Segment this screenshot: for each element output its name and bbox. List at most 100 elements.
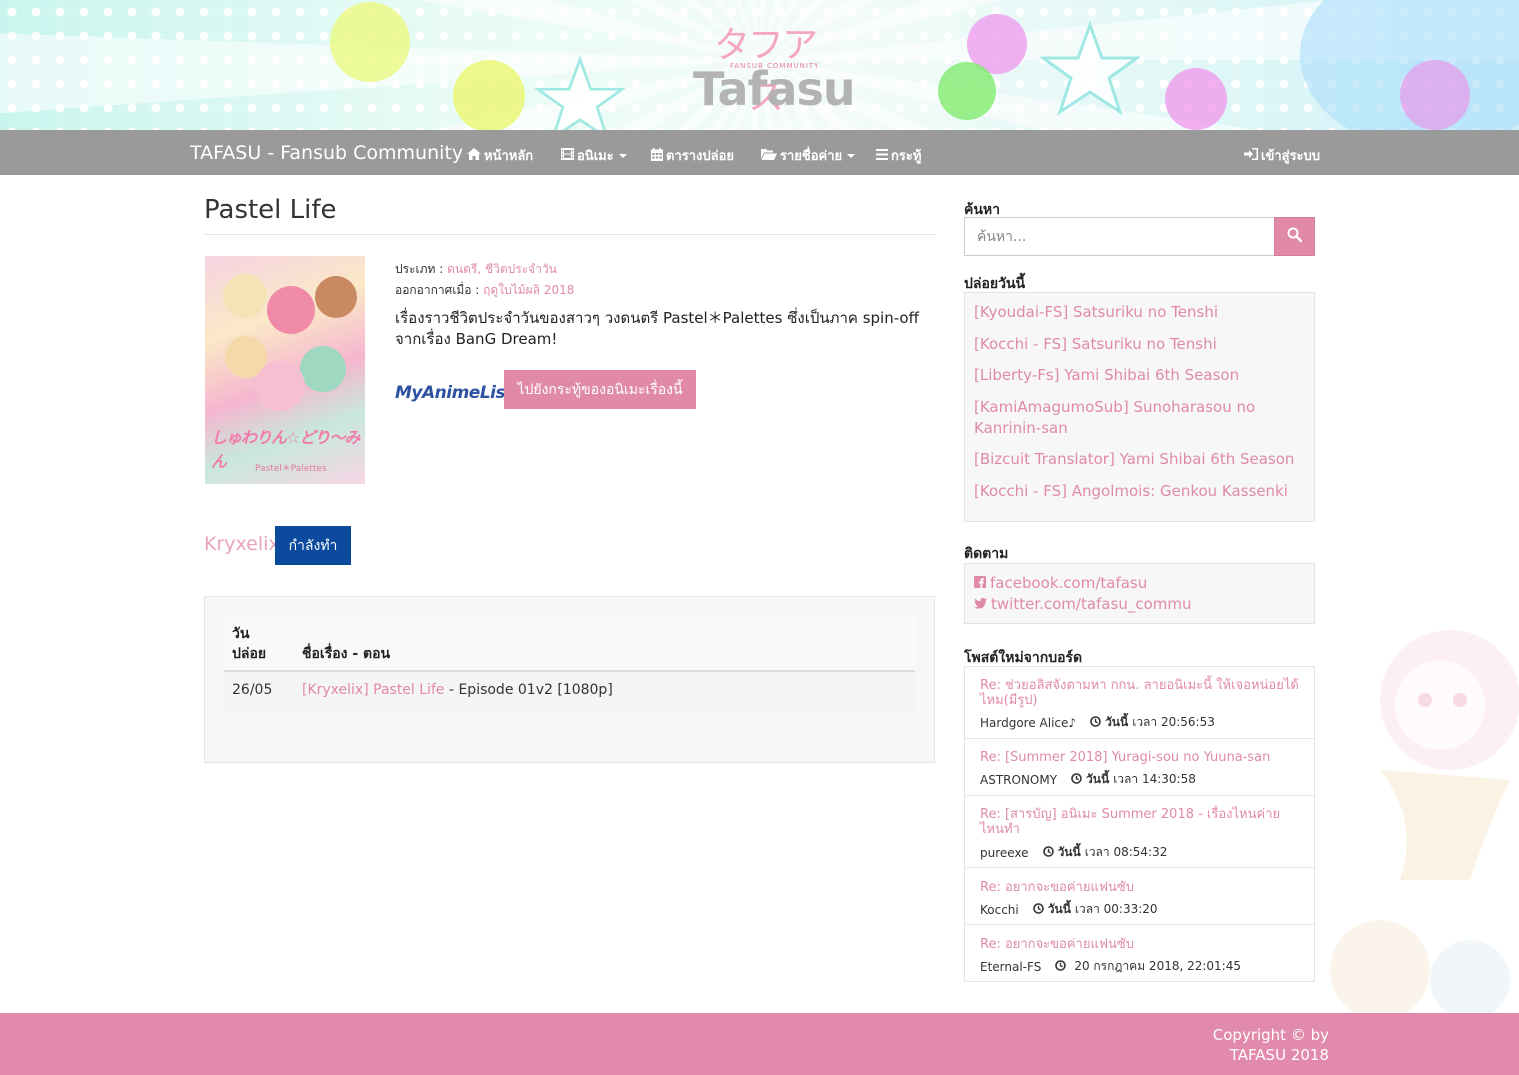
board-post-time: เวลา 00:33:20: [1074, 902, 1158, 916]
aired-label: ออกอากาศเมื่อ :: [395, 283, 480, 297]
today-release-item[interactable]: [Kyoudai-FS] Satsuriku no Tenshi: [974, 302, 1304, 323]
board-post-title[interactable]: Re: อยากจะขอค่ายแฟนซับ: [980, 880, 1300, 895]
board-post-title[interactable]: Re: [Summer 2018] Yuragi-sou no Yuuna-sa…: [980, 750, 1300, 765]
facebook-icon: [974, 574, 986, 592]
search-button[interactable]: [1274, 217, 1315, 256]
star-decoration: [535, 55, 625, 130]
board-post-author[interactable]: pureexe: [980, 846, 1029, 860]
release-title-cell: [Kryxelix] Pastel Life - Episode 01v2 [1…: [302, 682, 613, 698]
clock-icon: [1071, 772, 1082, 787]
board-post-meta: ASTRONOMY วันนี้ เวลา 14:30:58: [980, 770, 1196, 789]
today-release-item[interactable]: [Kocchi - FS] Satsuriku no Tenshi: [974, 334, 1304, 355]
release-date-cell: 26/05: [232, 682, 273, 698]
myanimelist-link[interactable]: MyAnimeList: [395, 383, 513, 403]
board-post-meta: Kocchi วันนี้ เวลา 00:33:20: [980, 900, 1158, 919]
clock-icon: [1042, 845, 1054, 860]
board-post-title[interactable]: Re: ช่วยอลิสจังตามหา กกน. ลายอนิเมะนี้ ใ…: [980, 678, 1300, 708]
genre-row: ประเภท : ดนตรี, ชีวิตประจำวัน: [395, 260, 557, 279]
board-post-day: วันนี้: [1057, 845, 1081, 859]
table-header-title: ชื่อเรื่อง - ตอน: [302, 646, 391, 662]
twitter-link[interactable]: twitter.com/tafasu_commu: [974, 595, 1191, 613]
anime-poster: しゅわりん☆どり〜みん Pastel＊Palettes: [205, 256, 365, 484]
board-post-author[interactable]: Hardgore Alice♪: [980, 716, 1076, 730]
copyright: Copyright © by TAFASU 2018: [1213, 1025, 1329, 1065]
nav-login[interactable]: เข้าสู่ระบบ: [1244, 145, 1320, 166]
page-title: Pastel Life: [204, 195, 337, 225]
film-icon: [561, 148, 574, 163]
caret-down-icon: [847, 153, 856, 158]
poster-figure: [267, 286, 315, 334]
nav-home[interactable]: หน้าหลัก: [467, 145, 533, 166]
board-post-author[interactable]: Kocchi: [980, 903, 1019, 917]
nav-login-label: เข้าสู่ระบบ: [1261, 149, 1321, 164]
poster-figure: [315, 276, 357, 318]
board-post-title[interactable]: Re: อยากจะขอค่ายแฟนซับ: [980, 937, 1300, 952]
twitter-icon: [974, 595, 987, 613]
aired-row: ออกอากาศเมื่อ : ฤดูใบไม้ผลิ 2018: [395, 281, 574, 300]
today-release-item[interactable]: [Bizcuit Translator] Yami Shibai 6th Sea…: [974, 449, 1304, 470]
nav-schedule[interactable]: ตารางปล่อย: [651, 145, 734, 166]
fansub-group-name[interactable]: Kryxelix: [204, 533, 280, 555]
nav-home-label: หน้าหลัก: [484, 149, 534, 164]
status-badge[interactable]: กำลังทำ: [275, 526, 351, 565]
sign-in-icon: [1244, 148, 1258, 163]
clock-icon: [1055, 959, 1067, 974]
follow-heading: ติดตาม: [964, 546, 1009, 562]
board-post-author[interactable]: ASTRONOMY: [980, 773, 1057, 787]
search-input[interactable]: ค้นหา...: [964, 217, 1275, 256]
board-post-day: วันนี้: [1105, 715, 1129, 729]
genre-label: ประเภท :: [395, 262, 444, 276]
caret-down-icon: [618, 153, 627, 158]
board-post-day: วันนี้: [1047, 902, 1071, 916]
home-icon: [467, 148, 481, 163]
board-post-author[interactable]: Eternal-FS: [980, 960, 1041, 974]
facebook-link[interactable]: facebook.com/tafasu: [974, 574, 1147, 592]
synopsis: เรื่องราวชีวิตประจำวันของสาวๆ วงดนตรี Pa…: [395, 309, 919, 348]
list-icon: [876, 148, 888, 163]
twitter-link-label: twitter.com/tafasu_commu: [991, 595, 1192, 613]
banner-bubble: [1400, 60, 1470, 130]
genre-link[interactable]: ดนตรี, ชีวิตประจำวัน: [447, 262, 557, 276]
site-logo[interactable]: Tafasu: [693, 62, 856, 116]
poster-figure: [223, 274, 267, 318]
release-episode: - Episode 01v2 [1080p]: [448, 682, 613, 698]
today-release-item[interactable]: [KamiAmagumoSub] Sunoharasou no Kanrinin…: [974, 397, 1274, 439]
nav-groups[interactable]: รายชื่อค่าย: [761, 145, 856, 166]
aired-link[interactable]: ฤดูใบไม้ผลิ 2018: [483, 283, 574, 297]
poster-sub-text: Pastel＊Palettes: [255, 464, 327, 474]
board-post-day: วันนี้: [1086, 772, 1110, 786]
copyright-line-1: Copyright © by: [1212, 1026, 1329, 1044]
star-decoration: [1040, 20, 1140, 116]
nav-forum-label: กระทู้: [891, 149, 922, 164]
release-link[interactable]: [Kryxelix] Pastel Life: [302, 682, 445, 698]
nav-forum[interactable]: กระทู้: [876, 145, 921, 166]
board-post-time: เวลา 08:54:32: [1084, 845, 1168, 859]
facebook-link-label: facebook.com/tafasu: [990, 574, 1148, 592]
banner-bubble: [938, 62, 996, 120]
site-logo-tagline: FANSUB COMMUNITY: [730, 62, 820, 70]
sidebar-background-art: [1320, 620, 1519, 1015]
calendar-icon: [651, 147, 663, 164]
today-release-item[interactable]: [Kocchi - FS] Angolmois: Genkou Kassenki: [974, 481, 1304, 502]
board-post-time: เวลา 20:56:53: [1132, 715, 1215, 729]
navbar-brand[interactable]: TAFASU - Fansub Community: [190, 142, 463, 164]
poster-figure: [255, 361, 305, 411]
banner-bubble: [453, 60, 525, 130]
nav-groups-label: รายชื่อค่าย: [780, 149, 843, 164]
navbar: TAFASU - Fansub Community หน้าหลัก อนิเม…: [0, 130, 1519, 175]
board-post-title[interactable]: Re: [สารบัญ] อนิเมะ Summer 2018 - เรื่อง…: [980, 807, 1300, 837]
go-to-thread-button[interactable]: ไปยังกระทู้ของอนิเมะเรื่องนี้: [504, 370, 696, 409]
title-divider: [204, 234, 935, 235]
nav-anime[interactable]: อนิเมะ: [561, 145, 627, 166]
poster-figure: [300, 346, 346, 392]
clock-icon: [1032, 902, 1044, 917]
copyright-line-2: TAFASU 2018: [1229, 1046, 1329, 1064]
board-post-meta: pureexe วันนี้ เวลา 08:54:32: [980, 843, 1167, 862]
banner-bubble: [330, 2, 410, 82]
folder-open-icon: [761, 148, 777, 163]
board-post-meta: Eternal-FS 20 กรกฎาคม 2018, 22:01:45: [980, 957, 1241, 976]
banner-bubble: [1165, 68, 1227, 130]
footer: Copyright © by TAFASU 2018: [0, 1013, 1519, 1075]
board-post-time: 20 กรกฎาคม 2018, 22:01:45: [1074, 959, 1241, 973]
today-release-item[interactable]: [Liberty-Fs] Yami Shibai 6th Season: [974, 365, 1304, 386]
